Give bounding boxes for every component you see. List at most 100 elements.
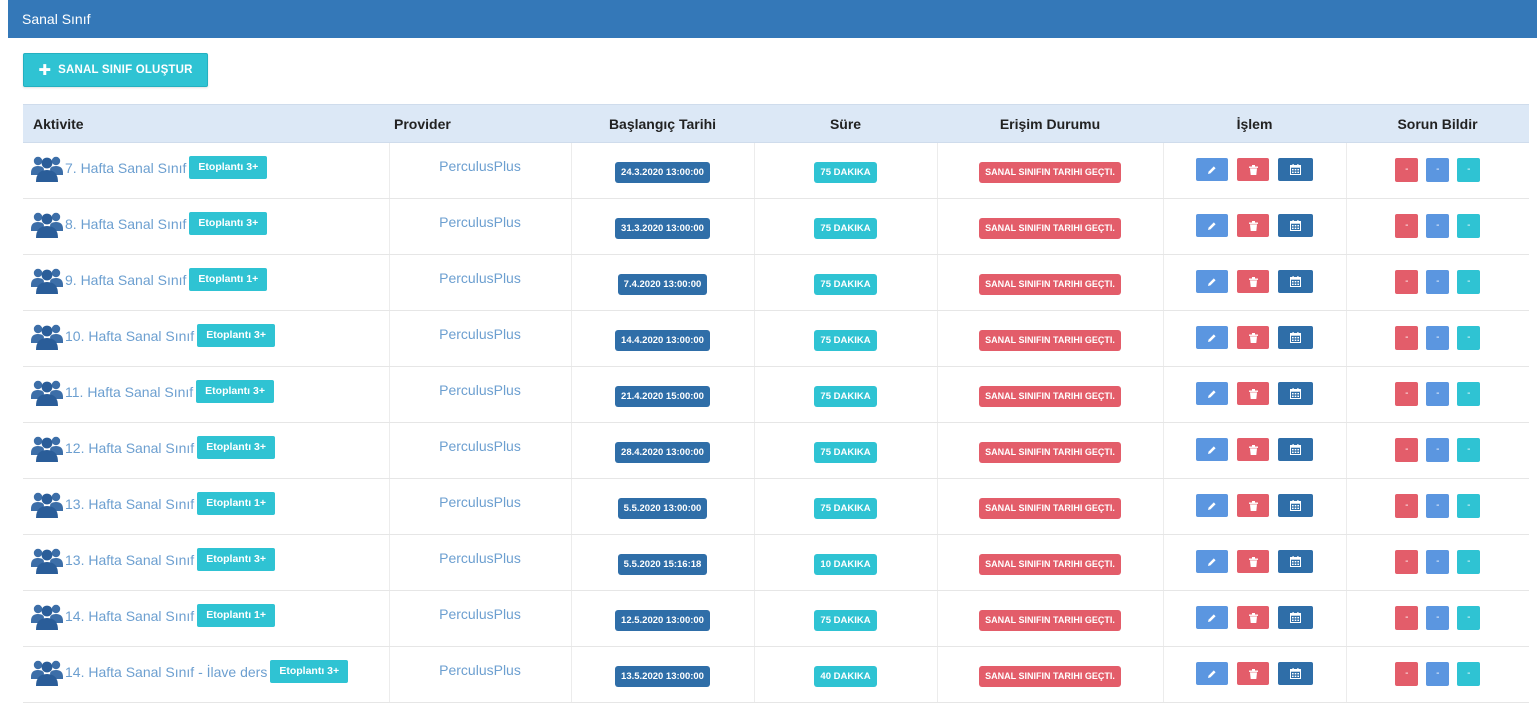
meeting-badge[interactable]: Etoplantı 3+ [196, 380, 274, 403]
delete-button[interactable] [1237, 662, 1269, 685]
table-row: 8. Hafta Sanal Sınıf Etoplantı 3+ Percul… [23, 198, 1529, 255]
edit-button[interactable] [1196, 550, 1228, 573]
meeting-badge[interactable]: Etoplantı 3+ [270, 660, 349, 683]
activity-link[interactable]: 8. Hafta Sanal Sınıf [65, 216, 186, 232]
report-issue-blue-button[interactable]: - [1426, 549, 1450, 574]
delete-button[interactable] [1237, 270, 1269, 293]
calendar-button[interactable] [1278, 158, 1313, 181]
meeting-badge[interactable]: Etoplantı 3+ [189, 212, 268, 235]
report-issue-red-button[interactable]: - [1395, 437, 1419, 462]
report-issue-red-button[interactable]: - [1395, 493, 1419, 518]
report-issue-red-button[interactable]: - [1395, 661, 1419, 686]
edit-button[interactable] [1196, 214, 1228, 237]
report-issue-blue-button[interactable]: - [1426, 381, 1450, 406]
activity-link[interactable]: 14. Hafta Sanal Sınıf [65, 608, 194, 624]
calendar-button[interactable] [1278, 326, 1313, 349]
report-issue-cyan-button[interactable]: - [1457, 661, 1481, 686]
delete-button[interactable] [1237, 550, 1269, 573]
delete-button[interactable] [1237, 158, 1269, 181]
meeting-badge[interactable]: Etoplantı 1+ [197, 492, 276, 515]
edit-button[interactable] [1196, 158, 1228, 181]
report-issue-blue-button[interactable]: - [1426, 437, 1450, 462]
provider-link[interactable]: PerculusPlus [439, 214, 521, 230]
calendar-icon [1290, 388, 1301, 399]
report-issue-cyan-button[interactable]: - [1457, 493, 1481, 518]
delete-button[interactable] [1237, 382, 1269, 405]
activity-link[interactable]: 13. Hafta Sanal Sınıf [65, 496, 194, 512]
activity-link[interactable]: 9. Hafta Sanal Sınıf [65, 272, 186, 288]
delete-button[interactable] [1237, 438, 1269, 461]
calendar-button[interactable] [1278, 382, 1313, 405]
calendar-button[interactable] [1278, 662, 1313, 685]
report-issue-cyan-button[interactable]: - [1457, 437, 1481, 462]
activity-cell: 11. Hafta Sanal Sınıf Etoplantı 3+ [23, 366, 390, 423]
report-issue-cell: - - - [1346, 310, 1529, 367]
calendar-button[interactable] [1278, 270, 1313, 293]
activity-link[interactable]: 10. Hafta Sanal Sınıf [65, 328, 194, 344]
create-virtual-class-button[interactable]: ✚ SANAL SINIF OLUŞTUR [23, 53, 208, 87]
report-issue-blue-button[interactable]: - [1426, 661, 1450, 686]
delete-button[interactable] [1237, 606, 1269, 629]
provider-link[interactable]: PerculusPlus [439, 382, 521, 398]
edit-button[interactable] [1196, 494, 1228, 517]
provider-link[interactable]: PerculusPlus [439, 438, 521, 454]
provider-link[interactable]: PerculusPlus [439, 662, 521, 678]
report-issue-red-button[interactable]: - [1395, 269, 1419, 294]
report-issue-red-button[interactable]: - [1395, 325, 1419, 350]
edit-button[interactable] [1196, 270, 1228, 293]
edit-button[interactable] [1196, 662, 1228, 685]
meeting-badge[interactable]: Etoplantı 3+ [197, 324, 276, 347]
edit-button[interactable] [1196, 326, 1228, 349]
calendar-icon [1290, 276, 1301, 287]
calendar-button[interactable] [1278, 606, 1313, 629]
meeting-badge[interactable]: Etoplantı 1+ [197, 604, 276, 627]
column-header-activity: Aktivite [23, 104, 389, 143]
report-issue-cyan-button[interactable]: - [1457, 549, 1481, 574]
report-issue-cyan-button[interactable]: - [1457, 269, 1481, 294]
meeting-badge[interactable]: Etoplantı 1+ [189, 268, 268, 291]
report-issue-red-button[interactable]: - [1395, 549, 1419, 574]
report-issue-red-button[interactable]: - [1395, 605, 1419, 630]
delete-button[interactable] [1237, 214, 1269, 237]
provider-link[interactable]: PerculusPlus [439, 158, 521, 174]
calendar-button[interactable] [1278, 214, 1313, 237]
report-issue-cyan-button[interactable]: - [1457, 157, 1481, 182]
report-issue-red-button[interactable]: - [1395, 381, 1419, 406]
provider-link[interactable]: PerculusPlus [439, 494, 521, 510]
provider-link[interactable]: PerculusPlus [439, 270, 521, 286]
activity-link[interactable]: 7. Hafta Sanal Sınıf [65, 160, 186, 176]
report-issue-blue-button[interactable]: - [1426, 157, 1450, 182]
report-issue-blue-button[interactable]: - [1426, 213, 1450, 238]
provider-link[interactable]: PerculusPlus [439, 606, 521, 622]
meeting-badge[interactable]: Etoplantı 3+ [197, 436, 276, 459]
activity-link[interactable]: 13. Hafta Sanal Sınıf [65, 552, 194, 568]
report-issue-blue-button[interactable]: - [1426, 269, 1450, 294]
calendar-button[interactable] [1278, 438, 1313, 461]
calendar-button[interactable] [1278, 494, 1313, 517]
report-issue-red-button[interactable]: - [1395, 213, 1419, 238]
report-issue-cyan-button[interactable]: - [1457, 325, 1481, 350]
duration-label: 10 DAKIKA [814, 554, 877, 575]
report-issue-cyan-button[interactable]: - [1457, 381, 1481, 406]
report-issue-red-button[interactable]: - [1395, 157, 1419, 182]
access-status-cell: SANAL SINIFIN TARIHI GEÇTI. [937, 198, 1164, 255]
provider-link[interactable]: PerculusPlus [439, 326, 521, 342]
report-issue-cyan-button[interactable]: - [1457, 213, 1481, 238]
calendar-button[interactable] [1278, 550, 1313, 573]
delete-button[interactable] [1237, 494, 1269, 517]
report-issue-blue-button[interactable]: - [1426, 493, 1450, 518]
edit-button[interactable] [1196, 606, 1228, 629]
report-issue-blue-button[interactable]: - [1426, 325, 1450, 350]
provider-link[interactable]: PerculusPlus [439, 550, 521, 566]
report-issue-blue-button[interactable]: - [1426, 605, 1450, 630]
report-issue-cyan-button[interactable]: - [1457, 605, 1481, 630]
meeting-badge[interactable]: Etoplantı 3+ [197, 548, 276, 571]
activity-link[interactable]: 12. Hafta Sanal Sınıf [65, 440, 194, 456]
activity-link[interactable]: 14. Hafta Sanal Sınıf - İlave ders [65, 664, 267, 680]
meeting-badge[interactable]: Etoplantı 3+ [189, 156, 268, 179]
edit-button[interactable] [1196, 382, 1228, 405]
operations-cell [1163, 310, 1347, 367]
activity-link[interactable]: 11. Hafta Sanal Sınıf [65, 384, 193, 400]
delete-button[interactable] [1237, 326, 1269, 349]
edit-button[interactable] [1196, 438, 1228, 461]
